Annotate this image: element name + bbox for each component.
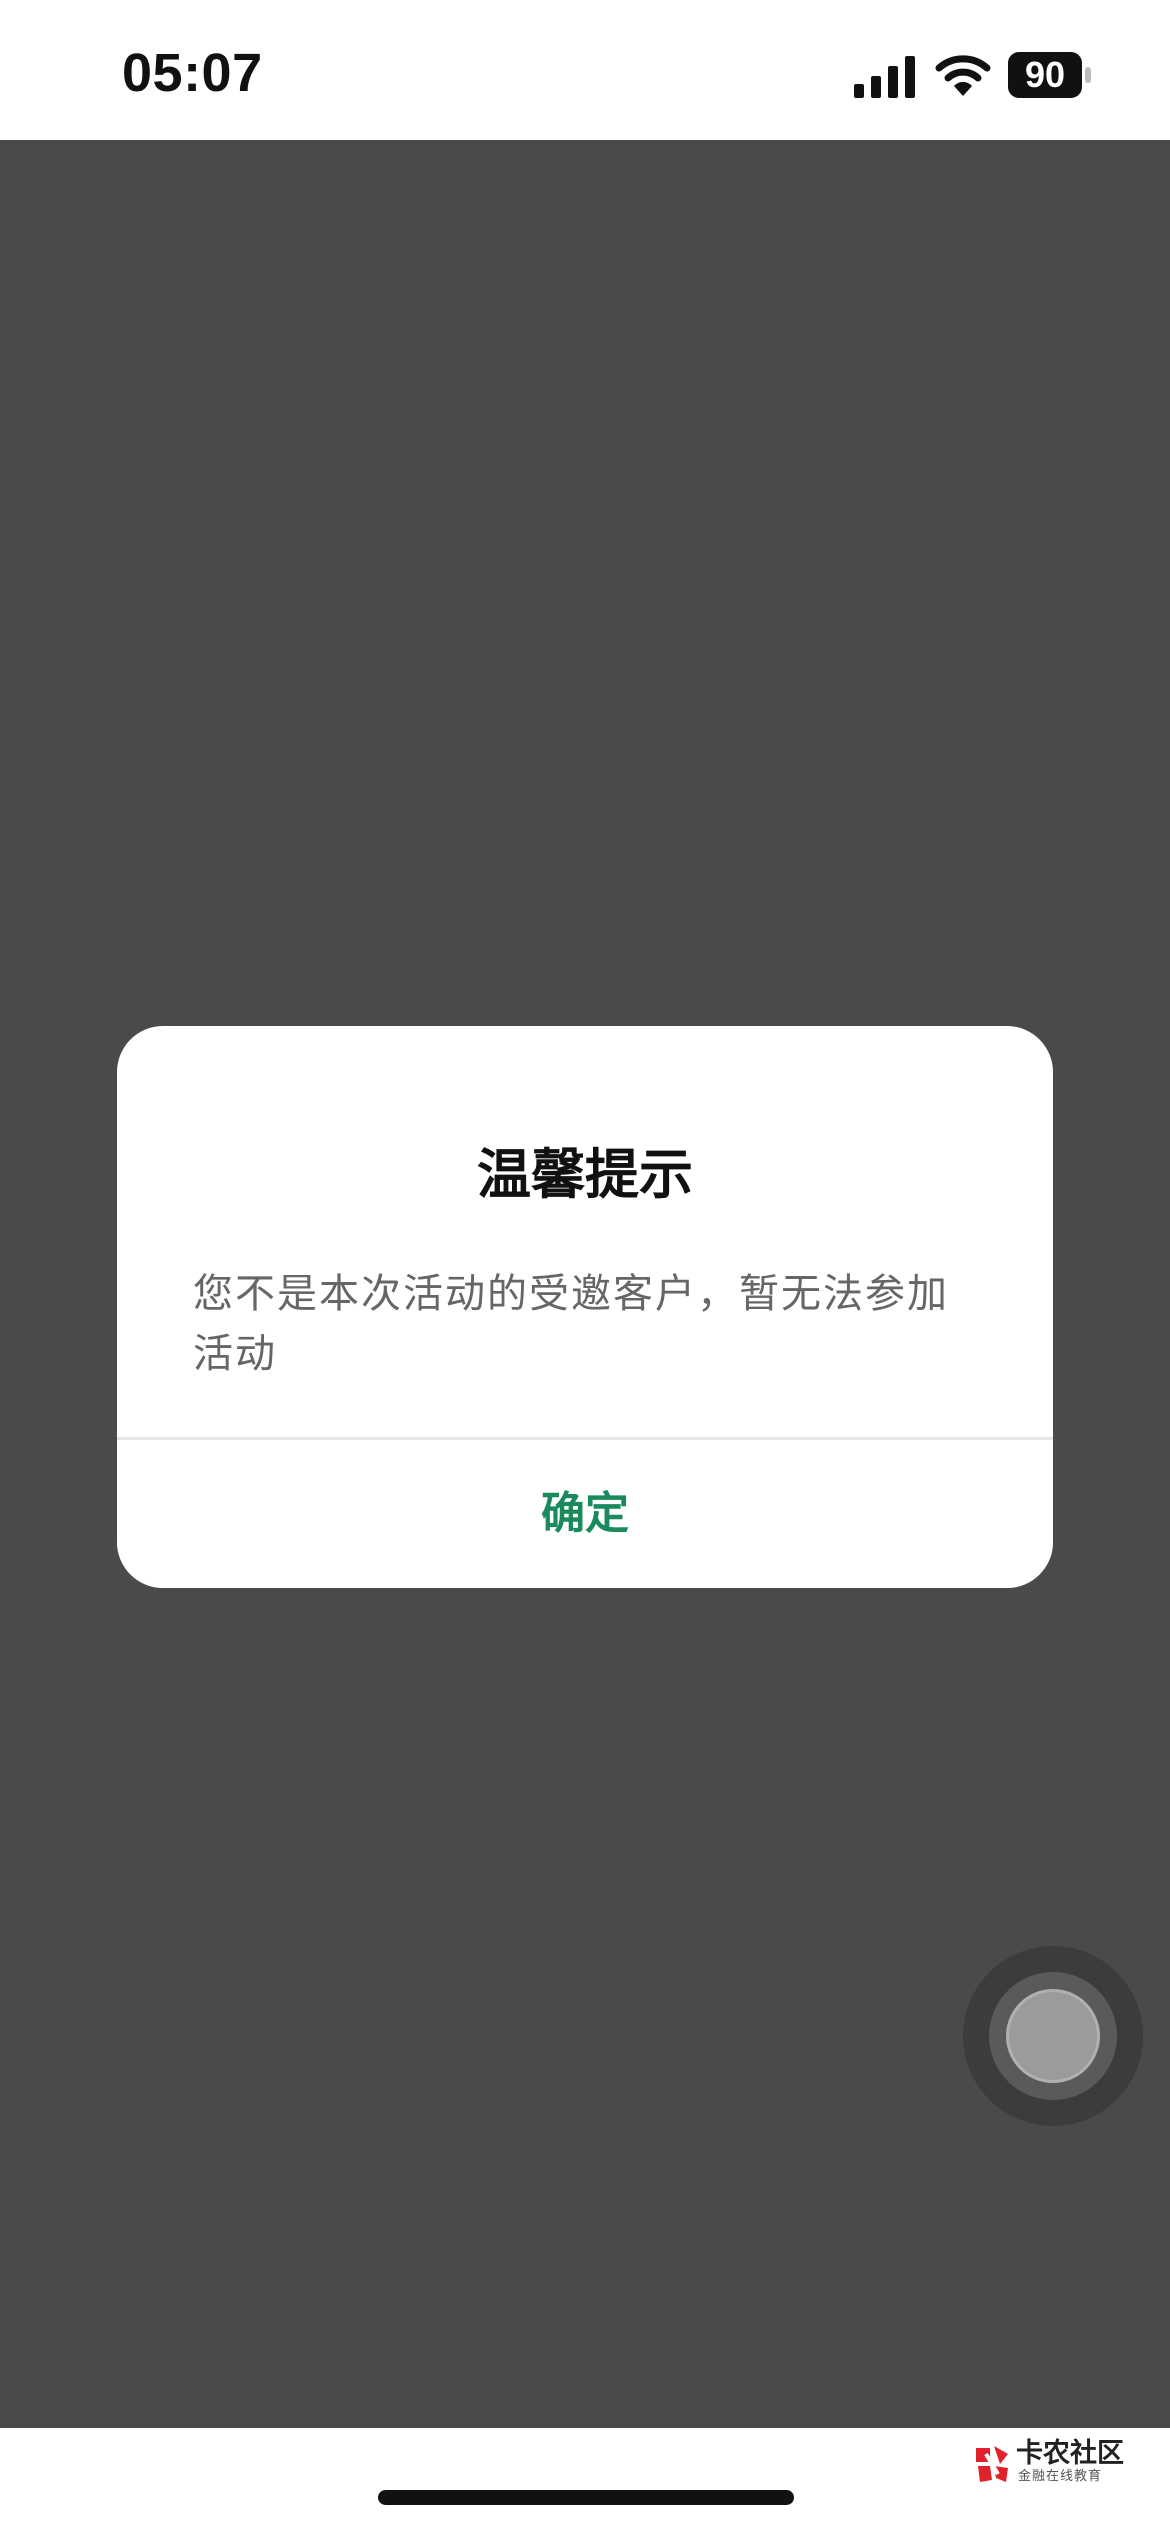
alert-dialog: 温馨提示 您不是本次活动的受邀客户，暂无法参加活动 确定: [117, 1026, 1053, 1588]
watermark-subtitle: 金融在线教育: [1018, 2469, 1103, 2484]
home-indicator[interactable]: [378, 2490, 794, 2505]
wifi-icon: [935, 55, 991, 96]
watermark-logo-icon: [976, 2446, 1008, 2482]
signal-icon: [854, 56, 915, 98]
assistive-touch-button[interactable]: [963, 1946, 1143, 2126]
assistive-touch-ring: [989, 1972, 1117, 2100]
dialog-title: 温馨提示: [477, 1143, 693, 1206]
battery-level: 90: [1024, 54, 1066, 95]
confirm-button[interactable]: 确定: [117, 1440, 1053, 1588]
dialog-message: 您不是本次活动的受邀客户，暂无法参加活动: [193, 1271, 949, 1377]
assistive-touch-core: [1006, 1989, 1100, 2083]
watermark: 卡农社区 金融在线教育: [972, 2438, 1162, 2490]
watermark-name: 卡农社区: [1016, 2438, 1124, 2469]
status-bar: 05:07 90: [0, 0, 1170, 140]
status-time: 05:07: [122, 43, 263, 103]
